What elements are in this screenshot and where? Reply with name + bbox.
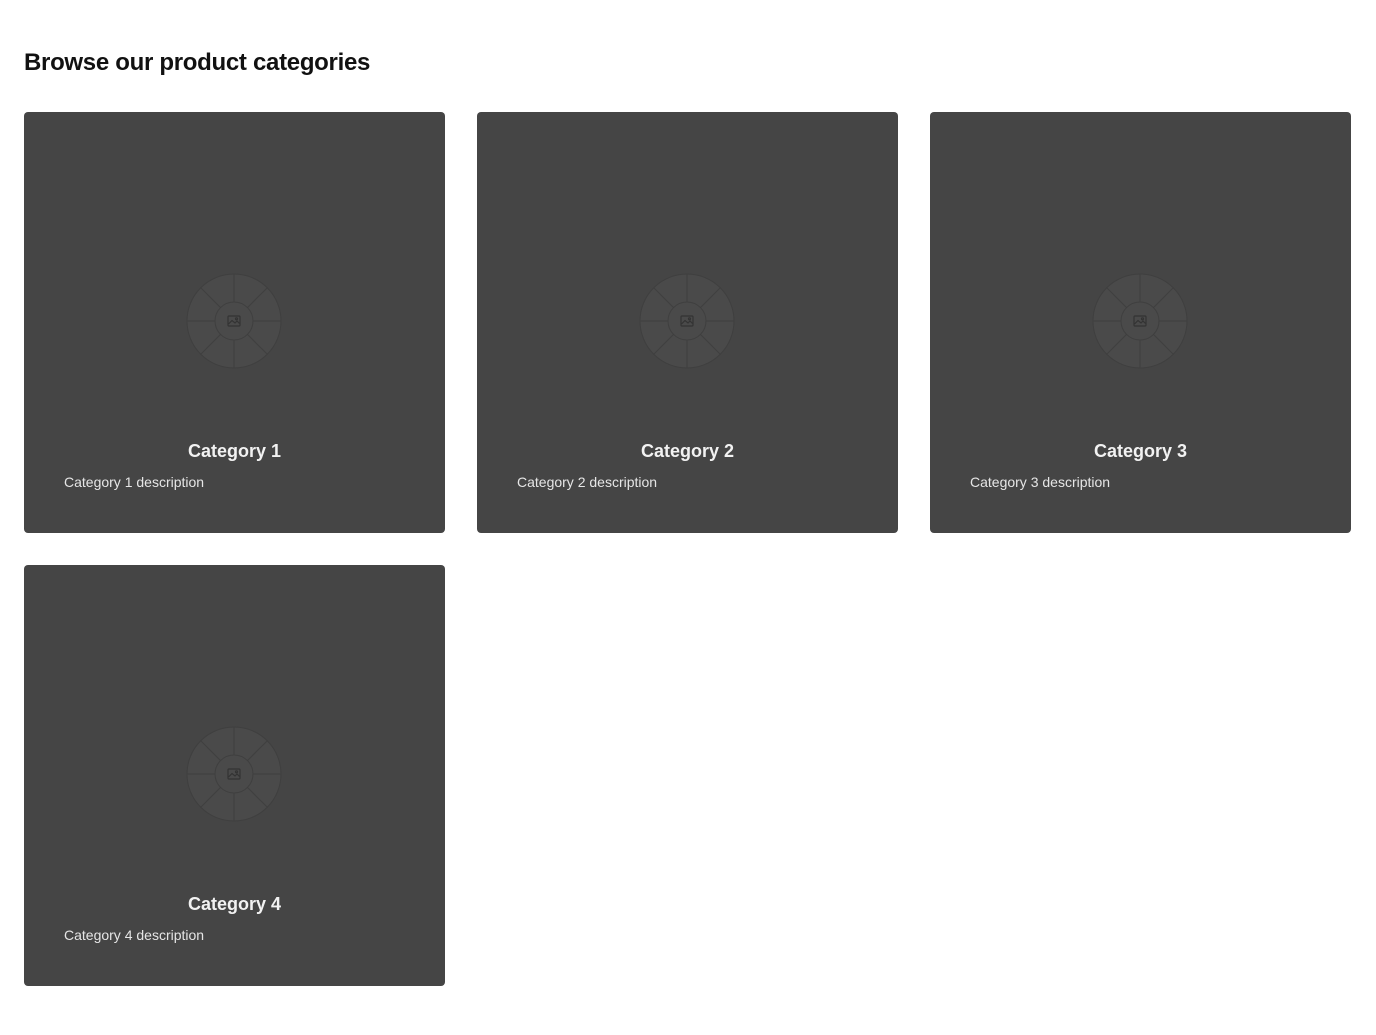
page: Browse our product categories Category 1… <box>0 0 1376 1035</box>
image-placeholder-icon <box>639 273 735 369</box>
category-description: Category 2 description <box>517 474 658 490</box>
category-card-1[interactable]: Category 1 Category 1 description <box>24 112 445 533</box>
category-description: Category 3 description <box>970 474 1111 490</box>
category-title: Category 2 <box>640 441 735 461</box>
category-description: Category 1 description <box>64 474 205 490</box>
category-title: Category 1 <box>187 441 282 461</box>
image-placeholder-icon <box>186 726 282 822</box>
category-card-3[interactable]: Category 3 Category 3 description <box>930 112 1351 533</box>
category-title: Category 4 <box>187 894 282 914</box>
category-description: Category 4 description <box>64 927 205 943</box>
image-placeholder-icon <box>1092 273 1188 369</box>
category-grid: Category 1 Category 1 description Catego… <box>24 112 1352 986</box>
image-placeholder-icon <box>186 273 282 369</box>
category-title: Category 3 <box>1093 441 1188 461</box>
category-card-4[interactable]: Category 4 Category 4 description <box>24 565 445 986</box>
section-title: Browse our product categories <box>24 49 371 76</box>
category-card-2[interactable]: Category 2 Category 2 description <box>477 112 898 533</box>
